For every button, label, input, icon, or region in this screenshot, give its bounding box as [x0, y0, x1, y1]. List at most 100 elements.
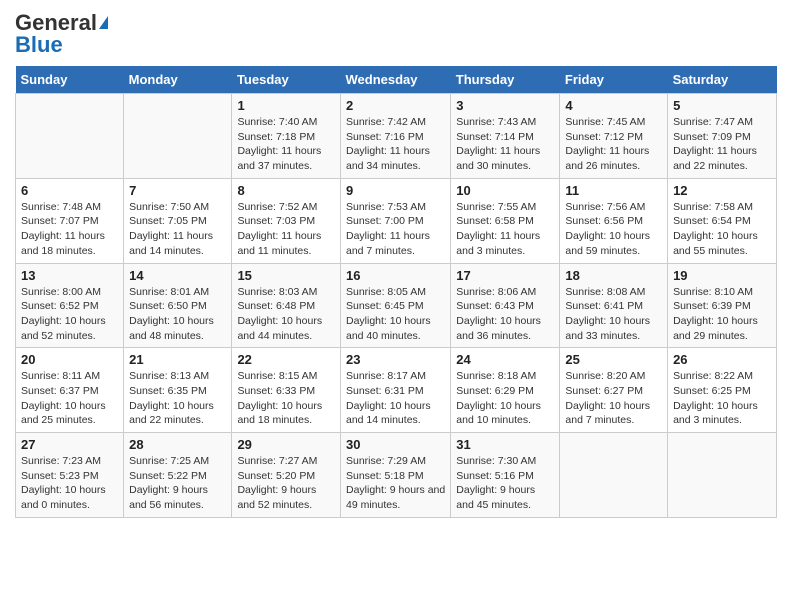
day-info: Sunrise: 7:30 AM Sunset: 5:16 PM Dayligh… [456, 454, 554, 513]
day-info: Sunrise: 7:42 AM Sunset: 7:16 PM Dayligh… [346, 115, 445, 174]
weekday-header: Saturday [668, 66, 777, 94]
day-info: Sunrise: 7:29 AM Sunset: 5:18 PM Dayligh… [346, 454, 445, 513]
page-header: General Blue [15, 10, 777, 58]
logo-triangle-icon [99, 16, 108, 29]
day-number: 23 [346, 352, 445, 367]
day-number: 28 [129, 437, 226, 452]
calendar-day-cell: 5 Sunrise: 7:47 AM Sunset: 7:09 PM Daylig… [668, 94, 777, 179]
day-number: 17 [456, 268, 554, 283]
day-number: 12 [673, 183, 771, 198]
calendar-day-cell: 22 Sunrise: 8:15 AM Sunset: 6:33 PM Dayli… [232, 348, 341, 433]
calendar-day-cell: 13 Sunrise: 8:00 AM Sunset: 6:52 PM Dayli… [16, 263, 124, 348]
day-info: Sunrise: 8:11 AM Sunset: 6:37 PM Dayligh… [21, 369, 118, 428]
calendar-day-cell: 25Sunrise: 8:20 AM Sunset: 6:27 PM Dayli… [560, 348, 668, 433]
calendar-day-cell: 2 Sunrise: 7:42 AM Sunset: 7:16 PM Daylig… [340, 94, 450, 179]
day-number: 16 [346, 268, 445, 283]
calendar-week-row: 13 Sunrise: 8:00 AM Sunset: 6:52 PM Dayli… [16, 263, 777, 348]
day-number: 3 [456, 98, 554, 113]
day-info: Sunrise: 7:47 AM Sunset: 7:09 PM Dayligh… [673, 115, 771, 174]
day-info: Sunrise: 8:22 AM Sunset: 6:25 PM Dayligh… [673, 369, 771, 428]
calendar-day-cell: 1 Sunrise: 7:40 AM Sunset: 7:18 PM Daylig… [232, 94, 341, 179]
weekday-header: Sunday [16, 66, 124, 94]
day-info: Sunrise: 8:03 AM Sunset: 6:48 PM Dayligh… [237, 285, 335, 344]
calendar-day-cell: 24 Sunrise: 8:18 AM Sunset: 6:29 PM Dayli… [451, 348, 560, 433]
day-info: Sunrise: 8:18 AM Sunset: 6:29 PM Dayligh… [456, 369, 554, 428]
day-number: 20 [21, 352, 118, 367]
calendar-day-cell: 15 Sunrise: 8:03 AM Sunset: 6:48 PM Dayli… [232, 263, 341, 348]
calendar-day-cell: 31Sunrise: 7:30 AM Sunset: 5:16 PM Dayli… [451, 433, 560, 518]
day-info: Sunrise: 7:52 AM Sunset: 7:03 PM Dayligh… [237, 200, 335, 259]
day-number: 24 [456, 352, 554, 367]
calendar-day-cell: 23Sunrise: 8:17 AM Sunset: 6:31 PM Dayli… [340, 348, 450, 433]
calendar-day-cell: 12 Sunrise: 7:58 AM Sunset: 6:54 PM Dayli… [668, 178, 777, 263]
weekday-header: Tuesday [232, 66, 341, 94]
day-info: Sunrise: 8:05 AM Sunset: 6:45 PM Dayligh… [346, 285, 445, 344]
day-info: Sunrise: 7:40 AM Sunset: 7:18 PM Dayligh… [237, 115, 335, 174]
calendar-week-row: 6 Sunrise: 7:48 AM Sunset: 7:07 PM Daylig… [16, 178, 777, 263]
day-number: 14 [129, 268, 226, 283]
day-number: 7 [129, 183, 226, 198]
calendar-day-cell: 16 Sunrise: 8:05 AM Sunset: 6:45 PM Dayli… [340, 263, 450, 348]
calendar-day-cell: 7 Sunrise: 7:50 AM Sunset: 7:05 PM Daylig… [124, 178, 232, 263]
day-info: Sunrise: 7:27 AM Sunset: 5:20 PM Dayligh… [237, 454, 335, 513]
day-number: 9 [346, 183, 445, 198]
calendar-day-cell: 21Sunrise: 8:13 AM Sunset: 6:35 PM Dayli… [124, 348, 232, 433]
logo-blue: Blue [15, 32, 63, 58]
calendar-week-row: 1 Sunrise: 7:40 AM Sunset: 7:18 PM Daylig… [16, 94, 777, 179]
day-number: 29 [237, 437, 335, 452]
day-info: Sunrise: 7:25 AM Sunset: 5:22 PM Dayligh… [129, 454, 226, 513]
day-number: 2 [346, 98, 445, 113]
calendar-week-row: 27 Sunrise: 7:23 AM Sunset: 5:23 PM Dayli… [16, 433, 777, 518]
day-info: Sunrise: 7:43 AM Sunset: 7:14 PM Dayligh… [456, 115, 554, 174]
weekday-header: Monday [124, 66, 232, 94]
day-info: Sunrise: 7:50 AM Sunset: 7:05 PM Dayligh… [129, 200, 226, 259]
day-info: Sunrise: 8:00 AM Sunset: 6:52 PM Dayligh… [21, 285, 118, 344]
calendar-day-cell: 17Sunrise: 8:06 AM Sunset: 6:43 PM Dayli… [451, 263, 560, 348]
day-number: 18 [565, 268, 662, 283]
day-number: 30 [346, 437, 445, 452]
day-number: 13 [21, 268, 118, 283]
day-info: Sunrise: 7:45 AM Sunset: 7:12 PM Dayligh… [565, 115, 662, 174]
day-info: Sunrise: 8:13 AM Sunset: 6:35 PM Dayligh… [129, 369, 226, 428]
day-number: 15 [237, 268, 335, 283]
day-number: 8 [237, 183, 335, 198]
day-number: 22 [237, 352, 335, 367]
logo: General Blue [15, 10, 108, 58]
day-number: 19 [673, 268, 771, 283]
calendar-day-cell: 29 Sunrise: 7:27 AM Sunset: 5:20 PM Dayli… [232, 433, 341, 518]
day-info: Sunrise: 7:56 AM Sunset: 6:56 PM Dayligh… [565, 200, 662, 259]
calendar-day-cell: 9 Sunrise: 7:53 AM Sunset: 7:00 PM Daylig… [340, 178, 450, 263]
calendar-day-cell: 3 Sunrise: 7:43 AM Sunset: 7:14 PM Daylig… [451, 94, 560, 179]
calendar-day-cell: 27 Sunrise: 7:23 AM Sunset: 5:23 PM Dayli… [16, 433, 124, 518]
day-info: Sunrise: 8:10 AM Sunset: 6:39 PM Dayligh… [673, 285, 771, 344]
day-info: Sunrise: 8:08 AM Sunset: 6:41 PM Dayligh… [565, 285, 662, 344]
day-info: Sunrise: 7:53 AM Sunset: 7:00 PM Dayligh… [346, 200, 445, 259]
calendar-header-row: SundayMondayTuesdayWednesdayThursdayFrid… [16, 66, 777, 94]
calendar-day-cell: 18 Sunrise: 8:08 AM Sunset: 6:41 PM Dayli… [560, 263, 668, 348]
day-number: 1 [237, 98, 335, 113]
calendar-day-cell: 26 Sunrise: 8:22 AM Sunset: 6:25 PM Dayli… [668, 348, 777, 433]
day-info: Sunrise: 7:23 AM Sunset: 5:23 PM Dayligh… [21, 454, 118, 513]
day-info: Sunrise: 7:58 AM Sunset: 6:54 PM Dayligh… [673, 200, 771, 259]
calendar-day-cell: 30 Sunrise: 7:29 AM Sunset: 5:18 PM Dayli… [340, 433, 450, 518]
day-info: Sunrise: 7:55 AM Sunset: 6:58 PM Dayligh… [456, 200, 554, 259]
day-info: Sunrise: 8:15 AM Sunset: 6:33 PM Dayligh… [237, 369, 335, 428]
calendar-day-cell: 6 Sunrise: 7:48 AM Sunset: 7:07 PM Daylig… [16, 178, 124, 263]
calendar-day-cell: 8 Sunrise: 7:52 AM Sunset: 7:03 PM Daylig… [232, 178, 341, 263]
day-number: 26 [673, 352, 771, 367]
calendar-day-cell: 14 Sunrise: 8:01 AM Sunset: 6:50 PM Dayli… [124, 263, 232, 348]
day-number: 5 [673, 98, 771, 113]
day-info: Sunrise: 7:48 AM Sunset: 7:07 PM Dayligh… [21, 200, 118, 259]
day-number: 10 [456, 183, 554, 198]
calendar-day-cell [668, 433, 777, 518]
weekday-header: Friday [560, 66, 668, 94]
calendar-table: SundayMondayTuesdayWednesdayThursdayFrid… [15, 66, 777, 518]
day-number: 6 [21, 183, 118, 198]
day-info: Sunrise: 8:01 AM Sunset: 6:50 PM Dayligh… [129, 285, 226, 344]
calendar-day-cell: 19 Sunrise: 8:10 AM Sunset: 6:39 PM Dayli… [668, 263, 777, 348]
day-number: 11 [565, 183, 662, 198]
day-number: 27 [21, 437, 118, 452]
calendar-day-cell: 28 Sunrise: 7:25 AM Sunset: 5:22 PM Dayli… [124, 433, 232, 518]
calendar-week-row: 20 Sunrise: 8:11 AM Sunset: 6:37 PM Dayli… [16, 348, 777, 433]
weekday-header: Wednesday [340, 66, 450, 94]
